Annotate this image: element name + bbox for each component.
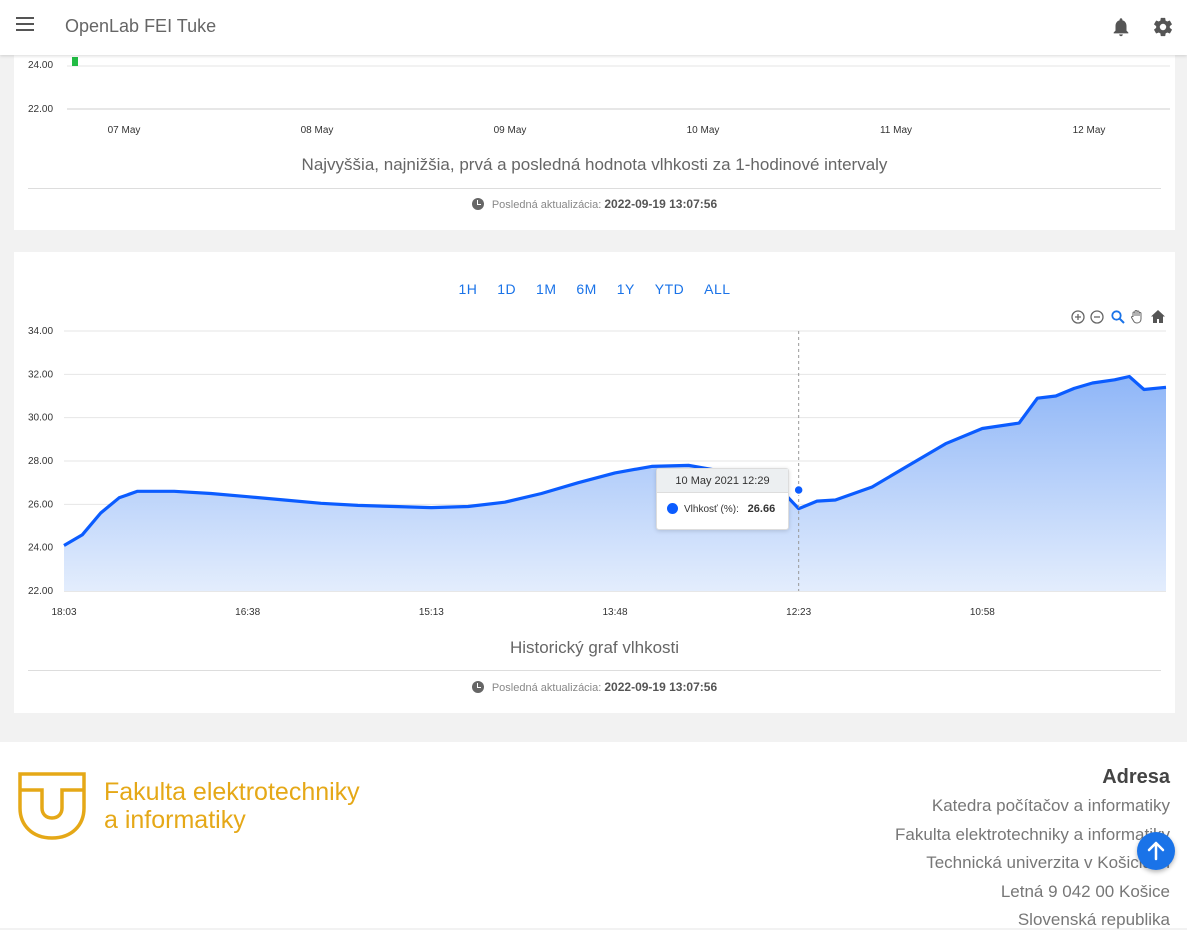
faculty-name: Fakulta elektrotechniky a informatiky <box>104 778 360 834</box>
history-chart-card: 1H 1D 1M 6M 1Y YTD ALL 22.00 24.00 26.00 28… <box>14 252 1175 713</box>
y-tick-label: 32.00 <box>28 369 53 380</box>
range-6m-button[interactable]: 6M <box>576 281 596 297</box>
y-tick-label: 34.00 <box>28 326 53 337</box>
last-update-label: Posledná aktualizácia: <box>491 199 602 211</box>
last-update-value: 2022-09-19 13:07:56 <box>604 680 718 694</box>
tooltip-series-label: Vlhkosť (%): <box>684 504 739 515</box>
y-tick-label: 24.00 <box>28 60 53 71</box>
divider <box>28 188 1161 189</box>
divider <box>28 670 1161 671</box>
last-update-value: 2022-09-19 13:07:56 <box>604 197 718 211</box>
fei-logo <box>18 772 86 840</box>
tooltip-value: 26.66 <box>747 503 776 515</box>
clock-icon <box>471 198 484 210</box>
last-update: Posledná aktualizácia: 2022-09-19 13:07:… <box>14 197 1175 211</box>
hourly-chart: 24.00 22.00 07 May 08 May 09 May 10 May … <box>28 57 1170 136</box>
range-all-button[interactable]: ALL <box>704 281 730 297</box>
humidity-area <box>64 376 1166 591</box>
gear-icon[interactable] <box>1152 15 1174 39</box>
range-1h-button[interactable]: 1H <box>458 281 477 297</box>
last-update-label: Posledná aktualizácia: <box>491 682 602 694</box>
address-line: Technická univerzita v Košiciach <box>926 853 1170 872</box>
y-tick-label: 22.00 <box>28 586 53 597</box>
range-1y-button[interactable]: 1Y <box>617 281 635 297</box>
x-tick-label: 10 May <box>687 125 720 136</box>
address-line: Fakulta elektrotechniky a informatiky <box>895 825 1170 844</box>
hourly-chart-card: 24.00 22.00 07 May 08 May 09 May 10 May … <box>14 55 1175 230</box>
x-tick-label: 11 May <box>880 125 912 136</box>
y-tick-label: 26.00 <box>28 499 53 510</box>
bell-icon[interactable] <box>1110 15 1132 39</box>
x-tick-label: 18:03 <box>51 607 76 618</box>
range-1d-button[interactable]: 1D <box>497 281 516 297</box>
address-line: Katedra počítačov a informatiky <box>931 796 1170 815</box>
candle-bar <box>72 57 78 66</box>
chart-caption: Najvyššia, najnižšia, prvá a posledná ho… <box>301 155 888 174</box>
y-tick-label: 22.00 <box>28 104 53 115</box>
address-title: Adresa <box>1102 766 1170 788</box>
x-tick-label: 09 May <box>494 125 527 136</box>
app-title: OpenLab FEI Tuke <box>65 16 217 36</box>
address-line: Slovenská republika <box>1017 910 1170 929</box>
series-marker <box>667 503 678 514</box>
chart-tooltip: 10 May 2021 12:29 Vlhkosť (%): 26.66 <box>656 468 789 530</box>
app-bar: OpenLab FEI Tuke <box>0 0 1187 55</box>
x-tick-label: 12 May <box>1073 125 1106 136</box>
menu-icon[interactable] <box>16 17 36 37</box>
x-tick-label: 08 May <box>301 125 334 136</box>
x-tick-label: 16:38 <box>235 607 260 618</box>
range-1m-button[interactable]: 1M <box>536 281 556 297</box>
range-ytd-button[interactable]: YTD <box>655 281 685 297</box>
last-update: Posledná aktualizácia: 2022-09-19 13:07:… <box>14 680 1175 694</box>
footer: Fakulta elektrotechniky a informatiky Ad… <box>0 742 1187 929</box>
x-tick-label: 12:23 <box>786 607 811 618</box>
arrow-up-icon <box>1147 841 1165 861</box>
faculty-name-line2: a informatiky <box>104 806 246 834</box>
tooltip-title: 10 May 2021 12:29 <box>657 469 788 493</box>
address-line: Letná 9 042 00 Košice <box>1000 882 1170 901</box>
scroll-to-top-button[interactable] <box>1137 832 1175 870</box>
faculty-name-line1: Fakulta elektrotechniky <box>104 778 360 806</box>
chart-caption: Historický graf vlhkosti <box>509 638 680 657</box>
y-tick-label: 24.00 <box>28 543 53 554</box>
x-tick-label: 07 May <box>108 125 141 136</box>
clock-icon <box>471 681 484 693</box>
hover-point[interactable] <box>793 484 804 496</box>
humidity-history-chart: 22.00 24.00 26.00 28.00 30.00 32.00 34.00 18:0… <box>28 326 1167 618</box>
y-tick-label: 28.00 <box>28 456 53 467</box>
x-tick-label: 15:13 <box>419 607 444 618</box>
range-selector: 1H 1D 1M 6M 1Y YTD ALL <box>14 281 1175 297</box>
y-tick-label: 30.00 <box>28 413 53 424</box>
x-tick-label: 10:58 <box>970 607 995 618</box>
x-tick-label: 13:48 <box>602 607 627 618</box>
